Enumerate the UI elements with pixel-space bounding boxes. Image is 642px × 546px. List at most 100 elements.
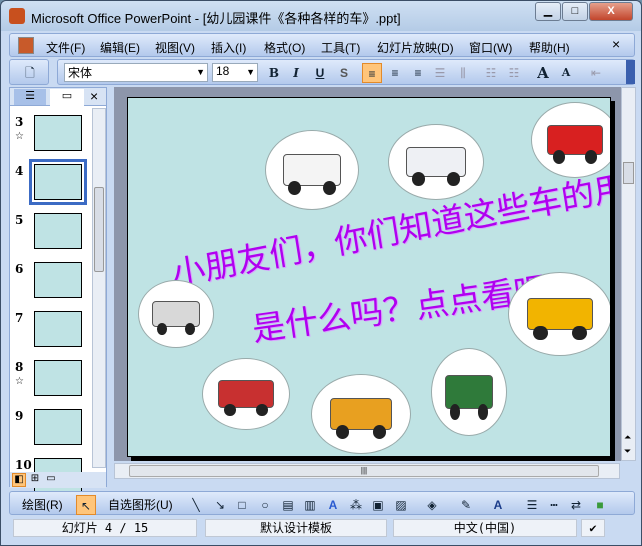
- animation-icon: ☆: [15, 131, 24, 142]
- pane-close-icon[interactable]: ×: [90, 88, 98, 104]
- menu-slideshow[interactable]: 幻灯片放映(D): [377, 39, 454, 56]
- align-center-button[interactable]: ≡: [385, 63, 405, 83]
- slide-thumbnail[interactable]: [34, 213, 82, 249]
- scrollbar-thumb[interactable]: [94, 187, 104, 272]
- previous-slide-icon[interactable]: ⏶: [624, 432, 631, 443]
- slide-thumbnail[interactable]: [29, 159, 87, 205]
- ambulance-picture[interactable]: [265, 130, 359, 210]
- vertical-text-icon[interactable]: ⫼: [453, 63, 473, 83]
- arrow-style-icon[interactable]: ⇄: [566, 495, 586, 515]
- oval-icon[interactable]: ○: [255, 495, 275, 515]
- slide-number: 7: [15, 311, 24, 325]
- distribute-icon[interactable]: ☰: [430, 63, 450, 83]
- document-icon[interactable]: [18, 37, 34, 54]
- new-document-icon[interactable]: 🗋: [20, 63, 40, 83]
- arrow-icon[interactable]: ↘: [210, 495, 230, 515]
- powerpoint-app-icon: [9, 8, 25, 24]
- standard-toolbar: 🗋: [9, 59, 49, 85]
- menu-help[interactable]: 帮助(H): [529, 39, 570, 56]
- wordart-icon[interactable]: A: [323, 495, 343, 515]
- slides-pane: ☰ ▭ × 3 ☆ 4 5 6 7 8 ☆ 9 10 ◧ ⊞ ▭: [9, 87, 107, 494]
- slide-thumbnail[interactable]: [34, 115, 82, 151]
- slide-thumbnail[interactable]: [34, 262, 82, 298]
- shadow-button[interactable]: S: [334, 63, 354, 83]
- normal-view-icon[interactable]: ◧: [12, 473, 26, 487]
- menu-view[interactable]: 视图(V): [155, 39, 195, 56]
- status-template: 默认设计模板: [205, 519, 387, 537]
- menu-window[interactable]: 窗口(W): [469, 39, 512, 56]
- menu-edit[interactable]: 编辑(E): [100, 39, 140, 56]
- scrollbar-thumb[interactable]: [623, 162, 634, 184]
- menu-insert[interactable]: 插入(I): [211, 39, 246, 56]
- shrink-font-button[interactable]: A: [556, 63, 576, 83]
- line-color-icon[interactable]: ✎: [456, 495, 476, 515]
- dash-style-icon[interactable]: ┅: [544, 495, 564, 515]
- scrollbar-thumb[interactable]: |||: [129, 465, 599, 477]
- align-left-button[interactable]: ≡: [362, 63, 382, 83]
- maximize-button[interactable]: □: [562, 2, 588, 21]
- close-button[interactable]: X: [589, 2, 633, 21]
- grow-font-button[interactable]: A: [533, 63, 553, 83]
- slide-canvas[interactable]: 小朋友们，你们知道这些车的用途 是什么吗？点点看吧: [127, 97, 611, 457]
- line-icon[interactable]: ╲: [186, 495, 206, 515]
- font-color-icon[interactable]: A: [488, 495, 508, 515]
- fire-truck-picture[interactable]: [531, 102, 610, 178]
- slide-number: 4: [15, 164, 24, 178]
- chevron-down-icon: ▼: [246, 67, 255, 77]
- slideshow-icon[interactable]: ▭: [44, 473, 58, 487]
- toolbar-overflow-button[interactable]: [626, 60, 635, 84]
- align-right-button[interactable]: ≡: [408, 63, 428, 83]
- water-truck-picture[interactable]: [138, 280, 214, 348]
- garbage-truck-picture[interactable]: [311, 374, 411, 454]
- minimize-button[interactable]: ▁: [535, 2, 561, 21]
- diagram-icon[interactable]: ⁂: [346, 495, 366, 515]
- bold-button[interactable]: B: [264, 63, 284, 83]
- slide-number: 9: [15, 409, 24, 423]
- picture-icon[interactable]: ▨: [391, 495, 411, 515]
- police-car-picture[interactable]: [388, 124, 484, 200]
- slide-thumbnail[interactable]: [34, 409, 82, 445]
- city-bus-picture[interactable]: [202, 358, 290, 430]
- shadow-style-icon[interactable]: ■: [590, 495, 610, 515]
- autoshapes-menu-button[interactable]: 自选图形(U): [108, 496, 173, 513]
- font-size-value: 18: [216, 64, 230, 78]
- pane-vertical-scrollbar[interactable]: [92, 108, 106, 468]
- main-vertical-scrollbar[interactable]: ⏶ ⏷: [621, 87, 636, 461]
- fill-color-icon[interactable]: ◈: [422, 495, 442, 515]
- main-horizontal-scrollbar[interactable]: |||: [114, 463, 620, 479]
- animation-icon: ☆: [15, 376, 24, 387]
- slides-tab[interactable]: ▭: [50, 89, 84, 106]
- menu-tools[interactable]: 工具(T): [321, 39, 360, 56]
- vertical-textbox-icon[interactable]: ▥: [300, 495, 320, 515]
- numbering-icon[interactable]: ☷: [481, 63, 501, 83]
- rectangle-icon[interactable]: □: [232, 495, 252, 515]
- decrease-indent-icon[interactable]: ⇤: [586, 63, 606, 83]
- menu-close-icon[interactable]: ×: [612, 36, 620, 52]
- slide-thumbnail[interactable]: [34, 311, 82, 347]
- slide-number: 5: [15, 213, 24, 227]
- chevron-down-icon: ▼: [196, 67, 205, 77]
- menu-format[interactable]: 格式(O): [264, 39, 305, 56]
- school-bus-picture[interactable]: [508, 272, 610, 356]
- postal-truck-picture[interactable]: [431, 348, 507, 436]
- slide-sorter-icon[interactable]: ⊞: [28, 473, 42, 487]
- bullets-icon[interactable]: ☷: [504, 63, 524, 83]
- slide-thumbnail[interactable]: [34, 360, 82, 396]
- textbox-icon[interactable]: ▤: [278, 495, 298, 515]
- slide-text-line2[interactable]: 是什么吗？点点看吧: [249, 262, 550, 351]
- menu-bar: 文件(F) 编辑(E) 视图(V) 插入(I) 格式(O) 工具(T) 幻灯片放…: [9, 33, 635, 57]
- font-size-select[interactable]: 18 ▼: [212, 63, 258, 82]
- next-slide-icon[interactable]: ⏷: [624, 446, 631, 457]
- font-select[interactable]: 宋体 ▼: [64, 63, 208, 82]
- italic-button[interactable]: I: [286, 63, 306, 83]
- clipart-icon[interactable]: ▣: [368, 495, 388, 515]
- slide-number: 10: [15, 458, 32, 472]
- draw-menu-button[interactable]: 绘图(R): [22, 496, 63, 513]
- outline-tab[interactable]: ☰: [14, 89, 46, 105]
- spelling-check-icon[interactable]: ✔: [581, 519, 605, 537]
- menu-file[interactable]: 文件(F): [46, 39, 85, 56]
- line-style-icon[interactable]: ☰: [522, 495, 542, 515]
- window-title: Microsoft Office PowerPoint - [幼儿园课件《各种各…: [31, 11, 401, 26]
- select-objects-button[interactable]: ↖: [76, 495, 96, 515]
- underline-button[interactable]: U: [310, 63, 330, 83]
